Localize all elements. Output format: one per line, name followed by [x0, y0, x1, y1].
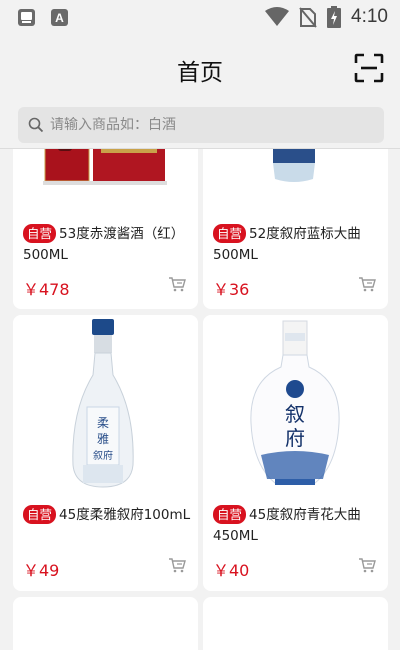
product-price: ￥49 [23, 561, 60, 580]
product-grid[interactable]: 自营 53度赤渡酱酒（红）500ML ￥478 自营 52度叙府蓝标大曲500ML … [0, 149, 400, 650]
svg-text:府: 府 [285, 426, 305, 450]
product-name[interactable]: 自营 52度叙府蓝标大曲500ML [213, 224, 381, 266]
product-name[interactable]: 自营 45度叙府青花大曲450ML [213, 505, 381, 547]
self-operated-badge: 自营 [213, 224, 247, 243]
product-name[interactable]: 自营 53度赤渡酱酒（红）500ML [23, 224, 191, 266]
search-bar[interactable] [18, 107, 384, 143]
cart-icon[interactable] [168, 276, 186, 292]
clock: 4:10 [351, 6, 388, 27]
product-price: ￥40 [213, 561, 250, 580]
product-image[interactable] [13, 149, 198, 214]
search-input[interactable] [50, 117, 350, 133]
product-image[interactable] [203, 149, 388, 214]
svg-text:叙: 叙 [285, 402, 305, 426]
product-image[interactable]: 柔 雅 叙府 [13, 315, 198, 495]
cart-icon[interactable] [358, 557, 376, 573]
cart-icon[interactable] [358, 276, 376, 292]
self-operated-badge: 自营 [213, 505, 247, 524]
self-operated-badge: 自营 [23, 505, 57, 524]
product-card[interactable]: 叙 府 自营 45度叙府青花大曲450ML ￥40 [203, 315, 388, 591]
svg-text:叙府: 叙府 [93, 449, 113, 462]
self-operated-badge: 自营 [23, 224, 57, 243]
product-price: ￥36 [213, 280, 250, 299]
product-card[interactable] [203, 597, 388, 650]
scan-icon[interactable] [354, 53, 384, 83]
notification-app-icon-a: A [51, 9, 68, 26]
page-title: 首页 [177, 60, 223, 86]
search-icon [28, 117, 44, 133]
product-card[interactable] [13, 597, 198, 650]
status-bar: A 4:10 [0, 0, 400, 36]
no-sim-icon [299, 7, 317, 28]
product-card[interactable]: 柔 雅 叙府 自营 45度柔雅叙府100mL ￥49 [13, 315, 198, 591]
product-title: 45度柔雅叙府100mL [59, 507, 191, 523]
wifi-icon [265, 7, 290, 26]
product-price: ￥478 [23, 280, 70, 299]
product-image[interactable]: 叙 府 [203, 315, 388, 495]
svg-text:雅: 雅 [97, 431, 109, 446]
svg-text:柔: 柔 [97, 416, 109, 430]
notification-app-icon [18, 9, 35, 26]
battery-charging-icon [327, 6, 342, 28]
product-card[interactable]: 自营 52度叙府蓝标大曲500ML ￥36 [203, 149, 388, 309]
cart-icon[interactable] [168, 557, 186, 573]
app-header: 首页 [0, 36, 400, 102]
product-card[interactable]: 自营 53度赤渡酱酒（红）500ML ￥478 [13, 149, 198, 309]
product-name[interactable]: 自营 45度柔雅叙府100mL [23, 505, 191, 526]
